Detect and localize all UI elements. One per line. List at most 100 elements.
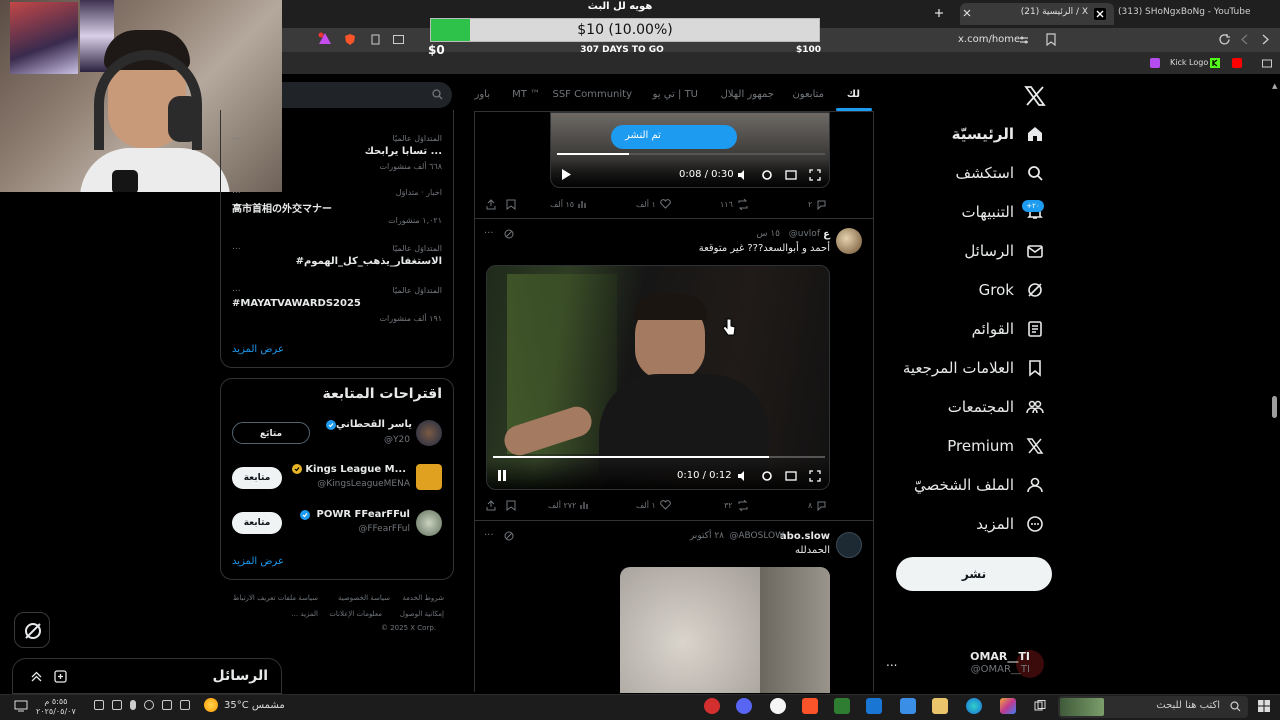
post2-avatar[interactable] [836,228,862,254]
tab-hilal[interactable]: جمهور الهلال [721,89,774,100]
notification-center-icon[interactable] [14,700,28,712]
post2-like[interactable]: ١ ألف [636,500,671,510]
copilot-icon[interactable] [1000,698,1016,714]
post2-name[interactable]: ع [823,229,830,240]
taskbar-weather[interactable]: 35°C مشمس [224,700,285,711]
nav-item-grok[interactable]: Grok [979,277,1044,303]
recorder-icon[interactable] [704,698,720,714]
new-tab-icon[interactable] [934,8,944,18]
file-explorer-icon[interactable] [932,698,948,714]
store-icon[interactable] [900,698,916,714]
post1-views[interactable]: ١٥ ألف [550,199,588,209]
footer-link-cookies[interactable]: سياسة ملفات تعريف الارتباط [233,594,318,602]
follow-button[interactable]: متابعة [232,512,282,534]
post3-image[interactable] [620,567,830,693]
settings-gear-icon[interactable] [761,169,773,181]
trend-more-icon[interactable]: ... [232,186,241,196]
tab-mt[interactable]: MT ™ [512,89,540,100]
tray-app-icon[interactable] [162,700,172,710]
footer-link-ads[interactable]: معلومات الإعلانات [329,610,382,618]
bookmark-kick[interactable]: Kick Logo [1170,58,1208,67]
browser-tab-active[interactable]: (21) الرئيسية / X [960,3,1114,25]
settings-gear-icon[interactable] [761,470,773,482]
grok-button[interactable] [14,612,50,648]
bookmark-icon[interactable] [506,500,516,511]
sidebar-toggle-icon[interactable] [393,35,404,44]
suggestion-avatar[interactable] [416,510,442,536]
trend-more-icon[interactable]: ... [232,242,241,252]
suggestions-show-more[interactable]: عرض المزيد [232,556,284,567]
bookmark-page-icon[interactable] [1046,33,1056,46]
nav-item-list[interactable]: القوائم [972,316,1044,342]
volume-icon[interactable] [737,470,749,482]
trend-title[interactable]: تسابا يرابحك ... [365,146,442,157]
nav-item-mail[interactable]: الرسائل [964,238,1044,264]
post2-repost[interactable]: ٣٢ [724,500,749,511]
kick-k-icon[interactable] [1210,58,1220,68]
pip-icon[interactable] [785,169,797,181]
expand-up-icon[interactable] [30,670,43,683]
tray-volume-icon[interactable] [94,700,104,710]
trend-more-icon[interactable]: ... [232,132,241,142]
post3-avatar[interactable] [836,532,862,558]
tab-following[interactable]: متابعون [792,89,824,100]
trend-title[interactable]: #الاستغفار_يذهب_كل_الهموم [296,256,442,267]
reader-icon[interactable] [370,34,381,45]
scroll-up-arrow[interactable]: ▲ [1272,82,1277,92]
play-icon[interactable] [561,169,571,180]
extension-icon[interactable] [318,32,332,46]
tray-app-icon[interactable] [144,700,154,710]
following-button[interactable]: متابَع [232,422,310,444]
post1-video-progress[interactable] [557,153,825,155]
youtube-bookmark-icon[interactable] [1232,58,1242,68]
suggestion-name[interactable]: ياسر القحطاني [336,419,412,430]
trend-more-icon[interactable]: ... [232,284,241,294]
tray-mic-icon[interactable] [130,700,136,710]
post2-time[interactable]: ١٥ س [756,229,780,239]
brave-browser-icon[interactable] [802,698,818,714]
post-button[interactable]: نشر [896,557,1052,591]
reload-icon[interactable] [1218,33,1231,46]
task-view-icon[interactable] [1034,700,1046,712]
post1-repost[interactable]: ١١٦ [720,199,749,210]
x-logo-icon[interactable] [1024,86,1046,106]
footer-link-accessibility[interactable]: إمكانية الوصول [400,610,444,618]
share-icon[interactable] [486,199,496,210]
browser-tab-youtube[interactable]: (313) SHoNgxBoNg - YouTube [1118,7,1251,17]
brave-shield-icon[interactable] [344,33,356,46]
suggestion-avatar[interactable] [416,464,442,490]
nav-item-search[interactable]: استكشف [956,160,1044,186]
tray-app-icon[interactable] [180,700,190,710]
trend-title[interactable]: #MAYATVAWARDS2025 [232,298,361,309]
account-menu-button[interactable]: ... [886,655,897,669]
nav-item-home[interactable]: الرئيسيّة [952,121,1044,147]
account-name[interactable]: OMAR__TI [970,650,1030,663]
footer-link-more[interactable]: ... المزيد [291,610,318,618]
back-icon[interactable] [1260,34,1270,45]
footer-link-privacy[interactable]: سياسة الخصوصية [338,594,390,602]
post2-video-progress[interactable] [493,456,825,458]
new-message-icon[interactable] [54,670,67,683]
suggestion-name[interactable]: POWR FFearFFul [317,509,410,520]
tab-power[interactable]: باور [475,89,491,100]
windows-start-icon[interactable] [1258,700,1270,712]
post2-views[interactable]: ٢٧٢ ألف [548,500,590,510]
post3-time[interactable]: ٢٨ أكتوبر [690,531,724,541]
pause-icon[interactable] [497,470,507,481]
nav-item-communities[interactable]: المجتمعات [948,394,1044,420]
tray-network-icon[interactable] [112,700,122,710]
close-tab-icon[interactable] [963,9,971,17]
volume-icon[interactable] [737,169,749,181]
edge-icon[interactable] [966,698,982,714]
post3-more-icon[interactable]: ··· [484,530,494,541]
grok-post-icon[interactable] [504,229,514,239]
post1-video[interactable]: تم النشر 0:08 / 0:30 [550,112,830,188]
discord-icon[interactable] [736,698,752,714]
fullscreen-icon[interactable] [809,470,821,482]
page-scrollbar[interactable] [1272,396,1277,418]
outlook-icon[interactable] [866,698,882,714]
post2-handle[interactable]: @uvlof [789,229,820,239]
tab-tu[interactable]: تي يو | TU [653,89,698,100]
post2-reply[interactable]: ٨ [808,500,827,511]
nav-item-bookmark[interactable]: العلامات المرجعية [903,355,1044,381]
